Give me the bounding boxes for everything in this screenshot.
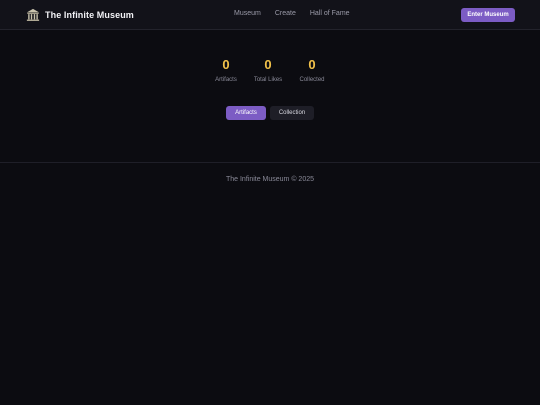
stat-collected: 0 Collected	[287, 57, 337, 83]
footer-divider	[0, 162, 540, 163]
stat-value: 0	[264, 57, 272, 72]
tab-collection[interactable]: Collection	[270, 106, 314, 120]
footer-text: The Infinite Museum © 2025	[225, 176, 315, 183]
top-navigation-bar: The Infinite Museum Museum Create Hall o…	[0, 0, 540, 30]
stat-label: Total Likes	[253, 77, 283, 83]
footer: The Infinite Museum © 2025	[0, 176, 540, 183]
stat-value: 0	[308, 57, 316, 72]
nav-link-hall-of-fame[interactable]: Hall of Fame	[310, 10, 350, 17]
main-nav: Museum Create Hall of Fame	[234, 10, 350, 17]
museum-building-icon	[26, 8, 40, 21]
brand-name: The Infinite Museum	[45, 10, 134, 20]
view-tabs: Artifacts Collection	[226, 106, 314, 120]
stat-label: Collected	[299, 77, 325, 83]
stats-panel: 0 Artifacts 0 Total Likes 0 Collected	[205, 57, 335, 87]
brand[interactable]: The Infinite Museum	[26, 7, 134, 23]
nav-link-museum[interactable]: Museum	[234, 10, 261, 17]
stat-total-likes: 0 Total Likes	[243, 57, 293, 83]
enter-museum-button[interactable]: Enter Museum	[461, 8, 515, 22]
nav-link-create[interactable]: Create	[275, 10, 296, 17]
tab-artifacts[interactable]: Artifacts	[226, 106, 266, 120]
